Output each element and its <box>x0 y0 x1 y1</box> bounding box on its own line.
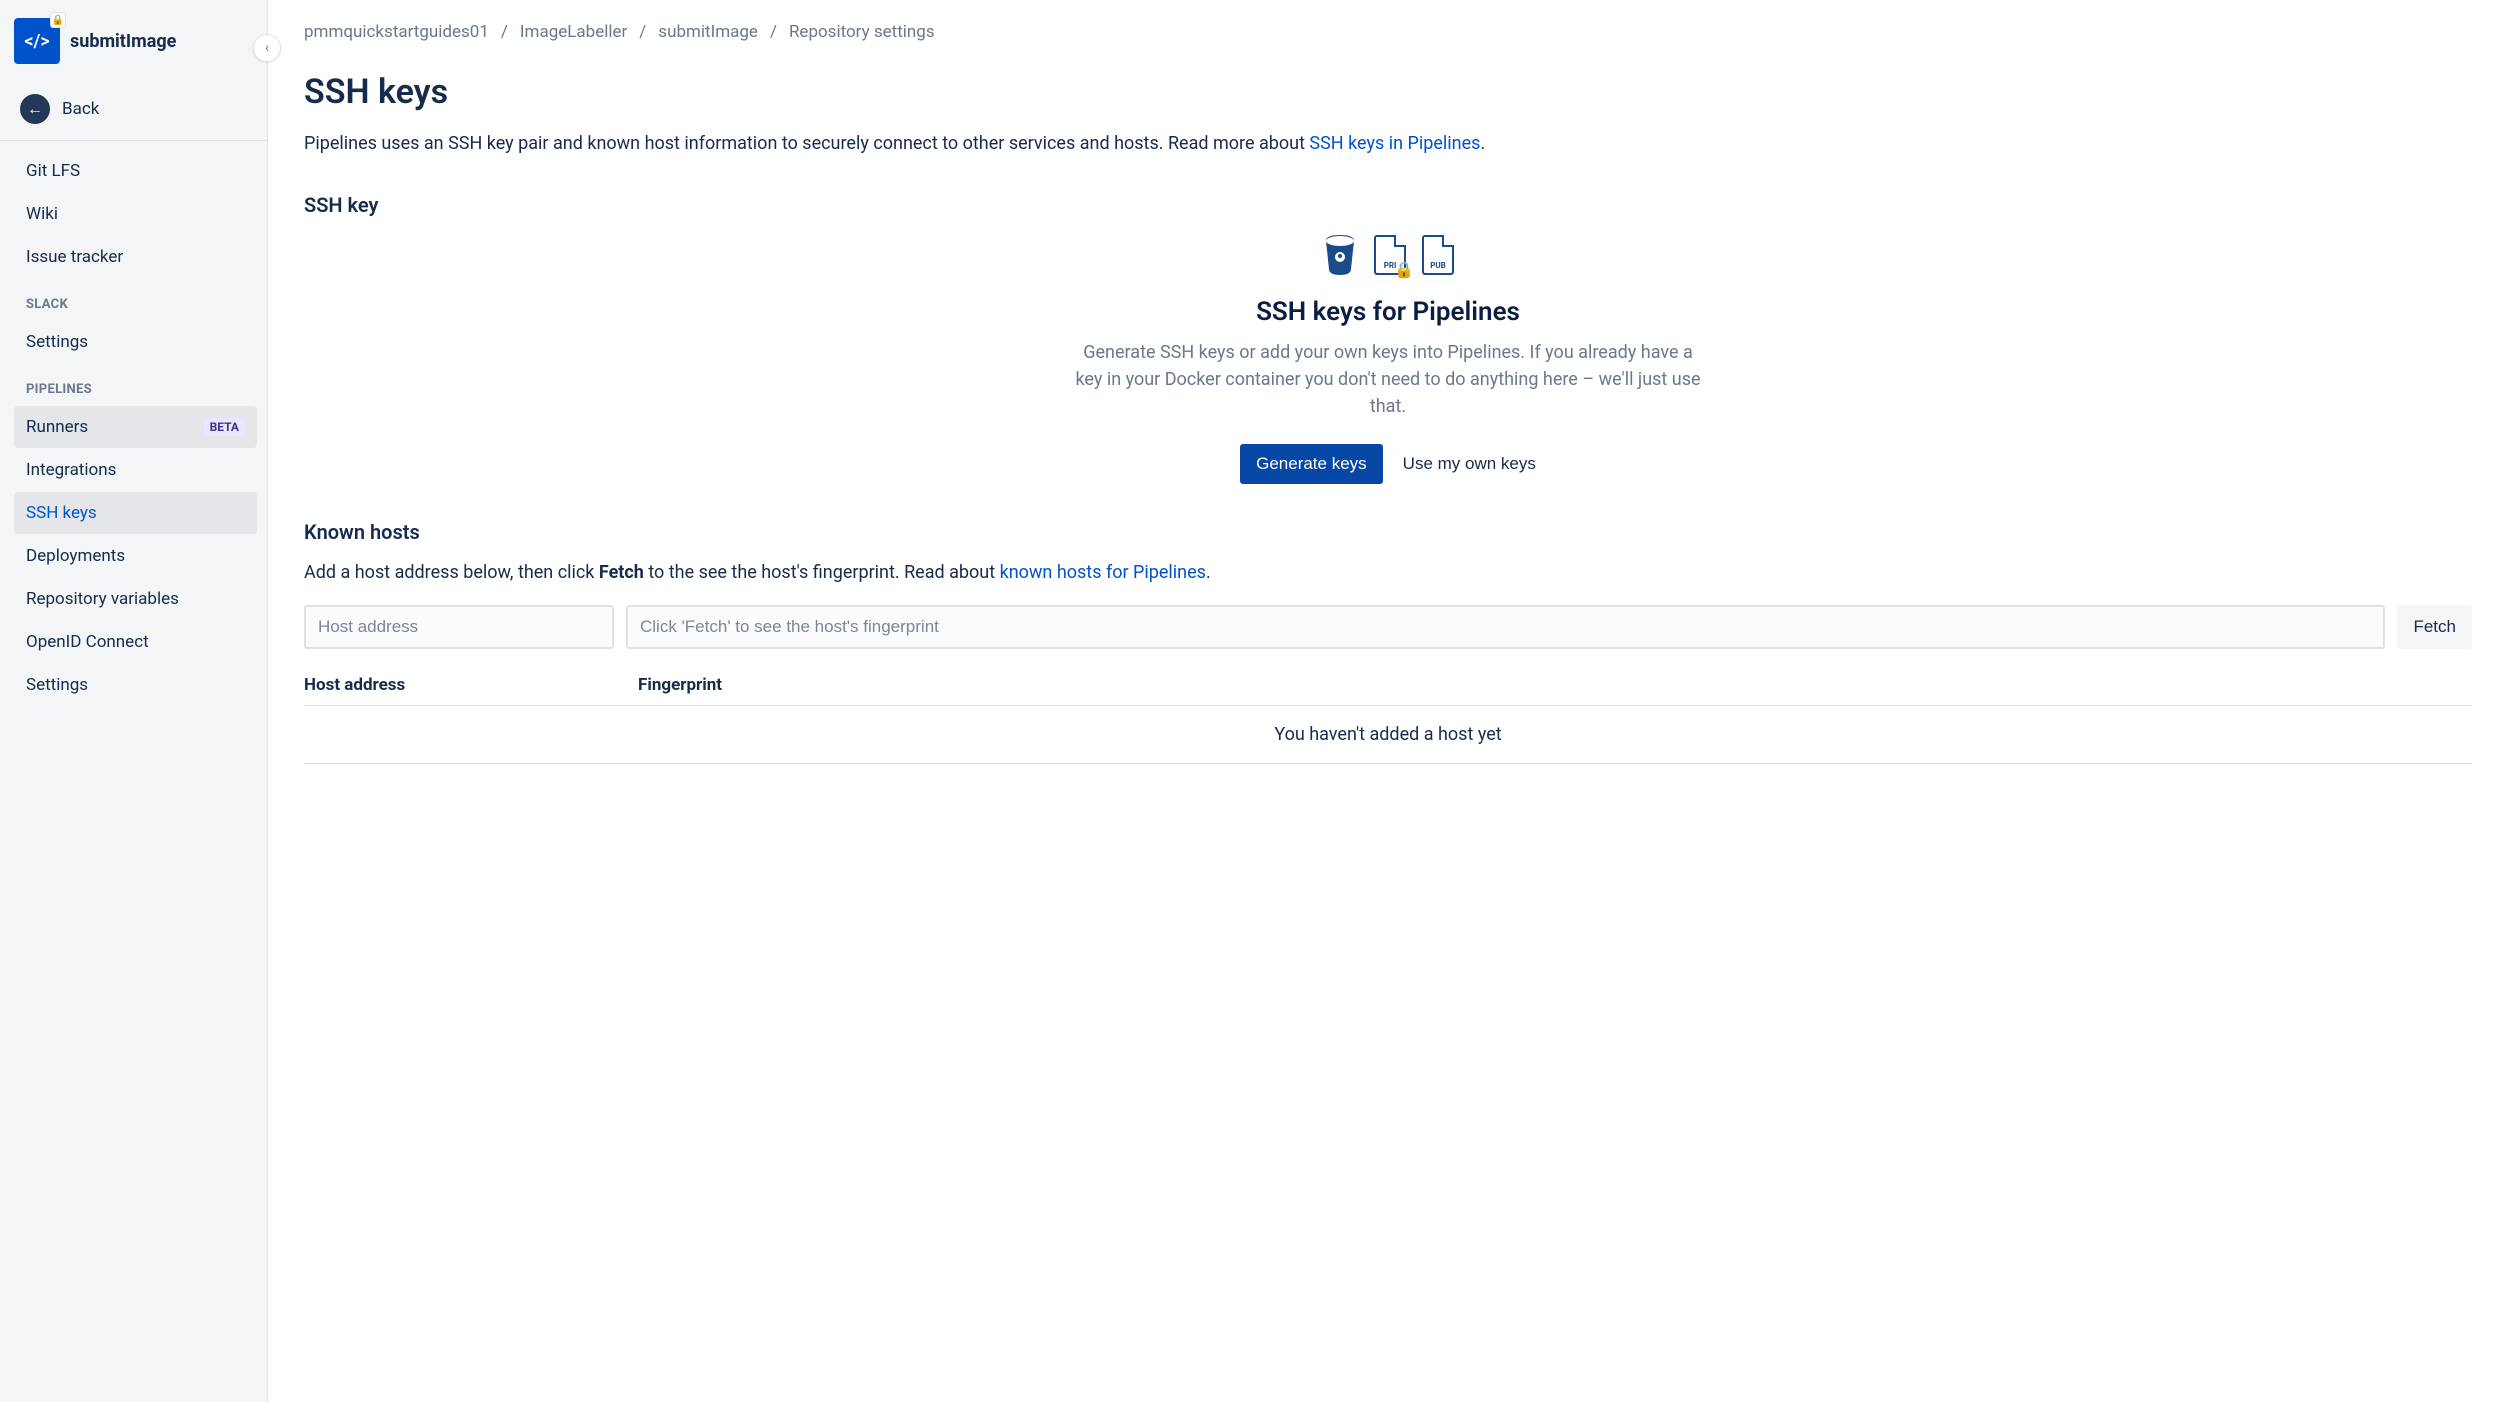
ssh-keys-card: PRI 🔒 PUB SSH keys for Pipelines Generat… <box>938 235 1838 484</box>
divider <box>0 140 267 141</box>
sidebar-header: </> 🔒 submitImage <box>14 18 257 78</box>
sidebar-item-openid-connect[interactable]: OpenID Connect <box>14 621 257 663</box>
sidebar-item-label: SSH keys <box>26 503 97 523</box>
known-hosts-description: Add a host address below, then click Fet… <box>304 562 2472 583</box>
sidebar-item-label: OpenID Connect <box>26 632 149 652</box>
sidebar-item-label: Deployments <box>26 546 125 566</box>
sidebar-item-label: Wiki <box>26 204 58 224</box>
bucket-icon <box>1322 235 1358 275</box>
ssh-keys-icon-row: PRI 🔒 PUB <box>938 235 1838 275</box>
known-hosts-heading: Known hosts <box>304 520 2472 544</box>
breadcrumb-item[interactable]: ImageLabeller <box>520 22 627 42</box>
known-hosts-doc-link[interactable]: known hosts for Pipelines <box>1000 562 1206 583</box>
beta-badge: BETA <box>204 418 245 436</box>
ssh-keys-doc-link[interactable]: SSH keys in Pipelines <box>1309 133 1480 154</box>
column-fingerprint: Fingerprint <box>638 675 2472 695</box>
repo-title: submitImage <box>70 31 176 52</box>
card-title: SSH keys for Pipelines <box>938 297 1838 327</box>
main-content: pmmquickstartguides01/ ImageLabeller/ su… <box>268 0 2508 1402</box>
page-title: SSH keys <box>304 72 2472 112</box>
sidebar-item-label: Settings <box>26 332 88 352</box>
generate-keys-button[interactable]: Generate keys <box>1240 444 1383 484</box>
breadcrumb-item[interactable]: Repository settings <box>789 22 935 42</box>
sidebar-item-label: Git LFS <box>26 161 80 181</box>
sidebar-item-issue-tracker[interactable]: Issue tracker <box>14 236 257 278</box>
repo-avatar: </> 🔒 <box>14 18 60 64</box>
section-label-pipelines: PIPELINES <box>14 364 257 405</box>
section-label-slack: SLACK <box>14 279 257 320</box>
sidebar-item-slack-settings[interactable]: Settings <box>14 321 257 363</box>
code-icon: </> <box>24 31 49 52</box>
sidebar-item-pipelines-settings[interactable]: Settings <box>14 664 257 706</box>
collapse-sidebar-button[interactable]: ‹ <box>253 34 281 62</box>
known-hosts-form: Fetch <box>304 605 2472 649</box>
sidebar-item-deployments[interactable]: Deployments <box>14 535 257 577</box>
sidebar-item-label: Integrations <box>26 460 116 480</box>
known-hosts-empty-state: You haven't added a host yet <box>304 706 2472 764</box>
back-button[interactable]: ← Back <box>14 78 257 140</box>
public-key-file-icon: PUB <box>1422 235 1454 275</box>
sidebar-item-ssh-keys[interactable]: SSH keys <box>14 492 257 534</box>
sidebar-item-repository-variables[interactable]: Repository variables <box>14 578 257 620</box>
chevron-left-icon: ‹ <box>265 40 269 56</box>
ssh-key-heading: SSH key <box>304 193 2472 217</box>
breadcrumb-item[interactable]: submitImage <box>658 22 758 42</box>
lock-icon: 🔒 <box>50 12 66 28</box>
sidebar-nav: Git LFS Wiki Issue tracker SLACK Setting… <box>14 149 257 1384</box>
padlock-icon: 🔒 <box>1394 260 1414 279</box>
sidebar-item-integrations[interactable]: Integrations <box>14 449 257 491</box>
fetch-button[interactable]: Fetch <box>2397 605 2472 649</box>
fingerprint-input[interactable] <box>626 605 2385 649</box>
card-description: Generate SSH keys or add your own keys i… <box>1068 339 1708 420</box>
breadcrumb: pmmquickstartguides01/ ImageLabeller/ su… <box>304 22 2472 42</box>
sidebar-item-label: Runners <box>26 417 88 437</box>
use-own-keys-button[interactable]: Use my own keys <box>1403 454 1536 474</box>
sidebar-item-wiki[interactable]: Wiki <box>14 193 257 235</box>
sidebar: </> 🔒 submitImage ‹ ← Back Git LFS Wiki … <box>0 0 268 1402</box>
column-host-address: Host address <box>304 675 626 695</box>
back-label: Back <box>62 99 99 119</box>
breadcrumb-item[interactable]: pmmquickstartguides01 <box>304 22 489 42</box>
sidebar-item-label: Issue tracker <box>26 247 123 267</box>
intro-text: Pipelines uses an SSH key pair and known… <box>304 130 2472 157</box>
known-hosts-table-header: Host address Fingerprint <box>304 675 2472 706</box>
sidebar-item-runners[interactable]: Runners BETA <box>14 406 257 448</box>
sidebar-item-label: Settings <box>26 675 88 695</box>
sidebar-item-label: Repository variables <box>26 589 179 609</box>
sidebar-item-git-lfs[interactable]: Git LFS <box>14 150 257 192</box>
private-key-file-icon: PRI 🔒 <box>1374 235 1406 275</box>
host-address-input[interactable] <box>304 605 614 649</box>
arrow-left-icon: ← <box>20 94 50 124</box>
